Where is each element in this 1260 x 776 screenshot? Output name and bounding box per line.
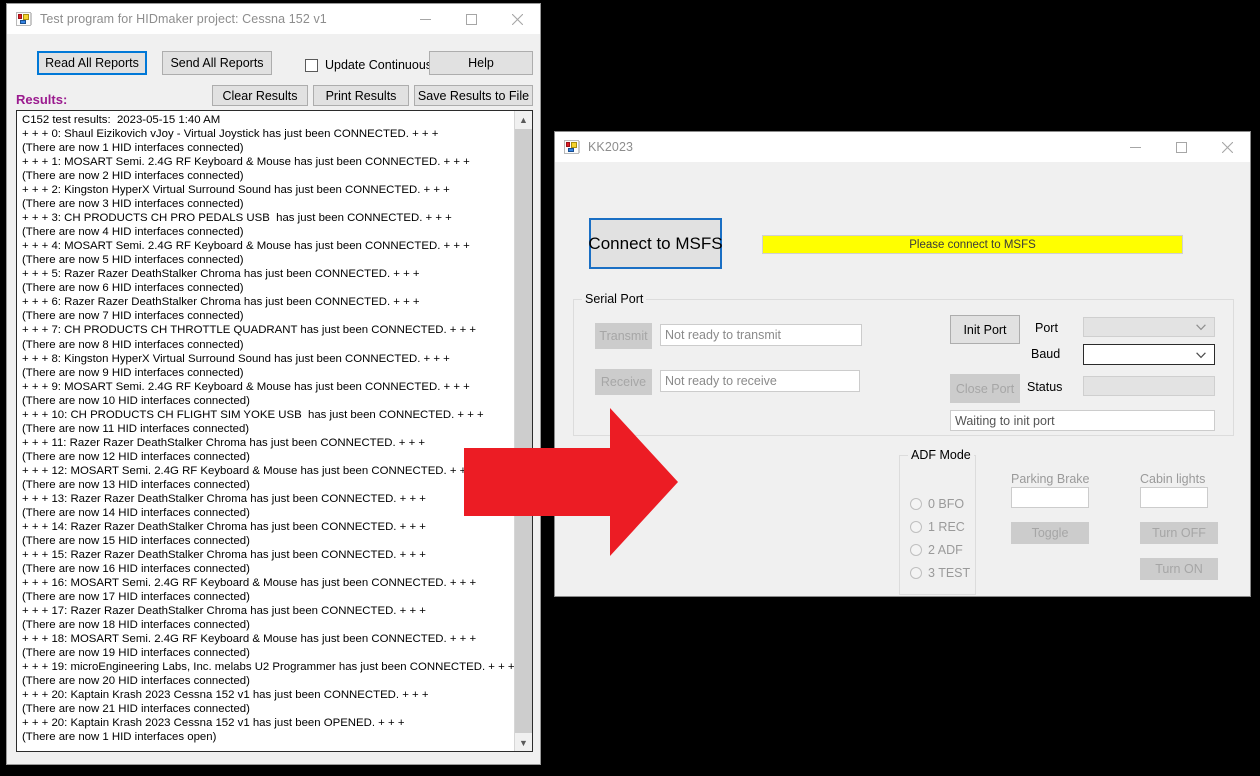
radio-dot bbox=[910, 498, 922, 510]
adf-option-label: 2 ADF bbox=[928, 543, 963, 557]
adf-option-label: 1 REC bbox=[928, 520, 965, 534]
radio-dot bbox=[910, 567, 922, 579]
close-port-button[interactable]: Close Port bbox=[950, 374, 1020, 403]
init-port-button[interactable]: Init Port bbox=[950, 315, 1020, 344]
checkbox-box bbox=[305, 58, 318, 72]
chevron-down-icon bbox=[1196, 318, 1206, 336]
send-all-reports-button[interactable]: Send All Reports bbox=[162, 51, 272, 75]
cabin-lights-turn-on-button[interactable]: Turn ON bbox=[1140, 558, 1218, 580]
port-dropdown[interactable] bbox=[1083, 317, 1215, 337]
parking-brake-field bbox=[1011, 487, 1089, 508]
read-all-reports-button[interactable]: Read All Reports bbox=[37, 51, 147, 75]
hidmaker-window-title: Test program for HIDmaker project: Cessn… bbox=[40, 12, 327, 26]
msfs-status-banner: Please connect to MSFS bbox=[762, 235, 1183, 254]
cabin-lights-label: Cabin lights bbox=[1140, 472, 1206, 486]
maximize-icon[interactable] bbox=[1158, 132, 1204, 162]
results-label: Results: bbox=[16, 92, 68, 107]
parking-brake-toggle-button[interactable]: Toggle bbox=[1011, 522, 1089, 544]
adf-option-label: 0 BFO bbox=[928, 497, 965, 511]
status-label: Status bbox=[1027, 380, 1063, 394]
minimize-icon[interactable] bbox=[402, 4, 448, 34]
red-right-arrow-icon bbox=[464, 408, 678, 556]
scroll-up-icon[interactable]: ▲ bbox=[515, 111, 532, 128]
scroll-down-icon[interactable]: ▼ bbox=[515, 734, 532, 751]
hidmaker-titlebar-buttons bbox=[402, 4, 540, 34]
connect-to-msfs-button[interactable]: Connect to MSFS bbox=[588, 218, 723, 269]
kk2023-titlebar-buttons bbox=[1112, 132, 1250, 162]
port-message-field: Waiting to init port bbox=[950, 410, 1215, 431]
adf-mode-group-title: ADF Mode bbox=[908, 448, 974, 462]
receive-button[interactable]: Receive bbox=[595, 369, 652, 395]
results-textbox[interactable]: C152 test results: 2023-05-15 1:40 AM + … bbox=[16, 110, 533, 752]
receive-status-field: Not ready to receive bbox=[660, 370, 860, 392]
minimize-icon[interactable] bbox=[1112, 132, 1158, 162]
adf-option-0-bfo[interactable]: 0 BFO bbox=[910, 497, 964, 511]
parking-brake-label: Parking Brake bbox=[1011, 472, 1090, 486]
print-results-button[interactable]: Print Results bbox=[313, 85, 409, 106]
baud-label: Baud bbox=[1031, 347, 1061, 361]
radio-dot bbox=[910, 521, 922, 533]
kk2023-window-title: KK2023 bbox=[588, 140, 634, 154]
kk2023-titlebar[interactable]: KK2023 bbox=[555, 132, 1250, 162]
winforms-app-icon bbox=[564, 139, 580, 155]
port-label: Port bbox=[1035, 321, 1058, 335]
adf-option-3-test[interactable]: 3 TEST bbox=[910, 566, 970, 580]
winforms-app-icon bbox=[16, 11, 32, 27]
transmit-button[interactable]: Transmit bbox=[595, 323, 652, 349]
status-field bbox=[1083, 376, 1215, 396]
close-icon[interactable] bbox=[1204, 132, 1250, 162]
cabin-lights-field bbox=[1140, 487, 1208, 508]
chevron-down-icon bbox=[1196, 346, 1206, 364]
maximize-icon[interactable] bbox=[448, 4, 494, 34]
adf-option-2-adf[interactable]: 2 ADF bbox=[910, 543, 963, 557]
hidmaker-window: Test program for HIDmaker project: Cessn… bbox=[6, 3, 541, 765]
clear-results-button[interactable]: Clear Results bbox=[212, 85, 308, 106]
cabin-lights-turn-off-button[interactable]: Turn OFF bbox=[1140, 522, 1218, 544]
adf-mode-group: ADF Mode 0 BFO 1 REC 2 ADF 3 TEST bbox=[899, 448, 976, 595]
update-continuously-label: Update Continuously bbox=[325, 58, 442, 72]
hidmaker-titlebar[interactable]: Test program for HIDmaker project: Cessn… bbox=[7, 4, 540, 34]
help-button[interactable]: Help bbox=[429, 51, 533, 75]
baud-dropdown[interactable] bbox=[1083, 344, 1215, 365]
close-icon[interactable] bbox=[494, 4, 540, 34]
adf-option-1-rec[interactable]: 1 REC bbox=[910, 520, 965, 534]
save-results-to-file-button[interactable]: Save Results to File bbox=[414, 85, 533, 106]
radio-dot bbox=[910, 544, 922, 556]
adf-option-label: 3 TEST bbox=[928, 566, 971, 580]
update-continuously-checkbox[interactable]: Update Continuously bbox=[305, 58, 441, 72]
transmit-status-field: Not ready to transmit bbox=[660, 324, 862, 346]
serial-port-group-title: Serial Port bbox=[582, 292, 647, 306]
results-text: C152 test results: 2023-05-15 1:40 AM + … bbox=[22, 114, 514, 744]
